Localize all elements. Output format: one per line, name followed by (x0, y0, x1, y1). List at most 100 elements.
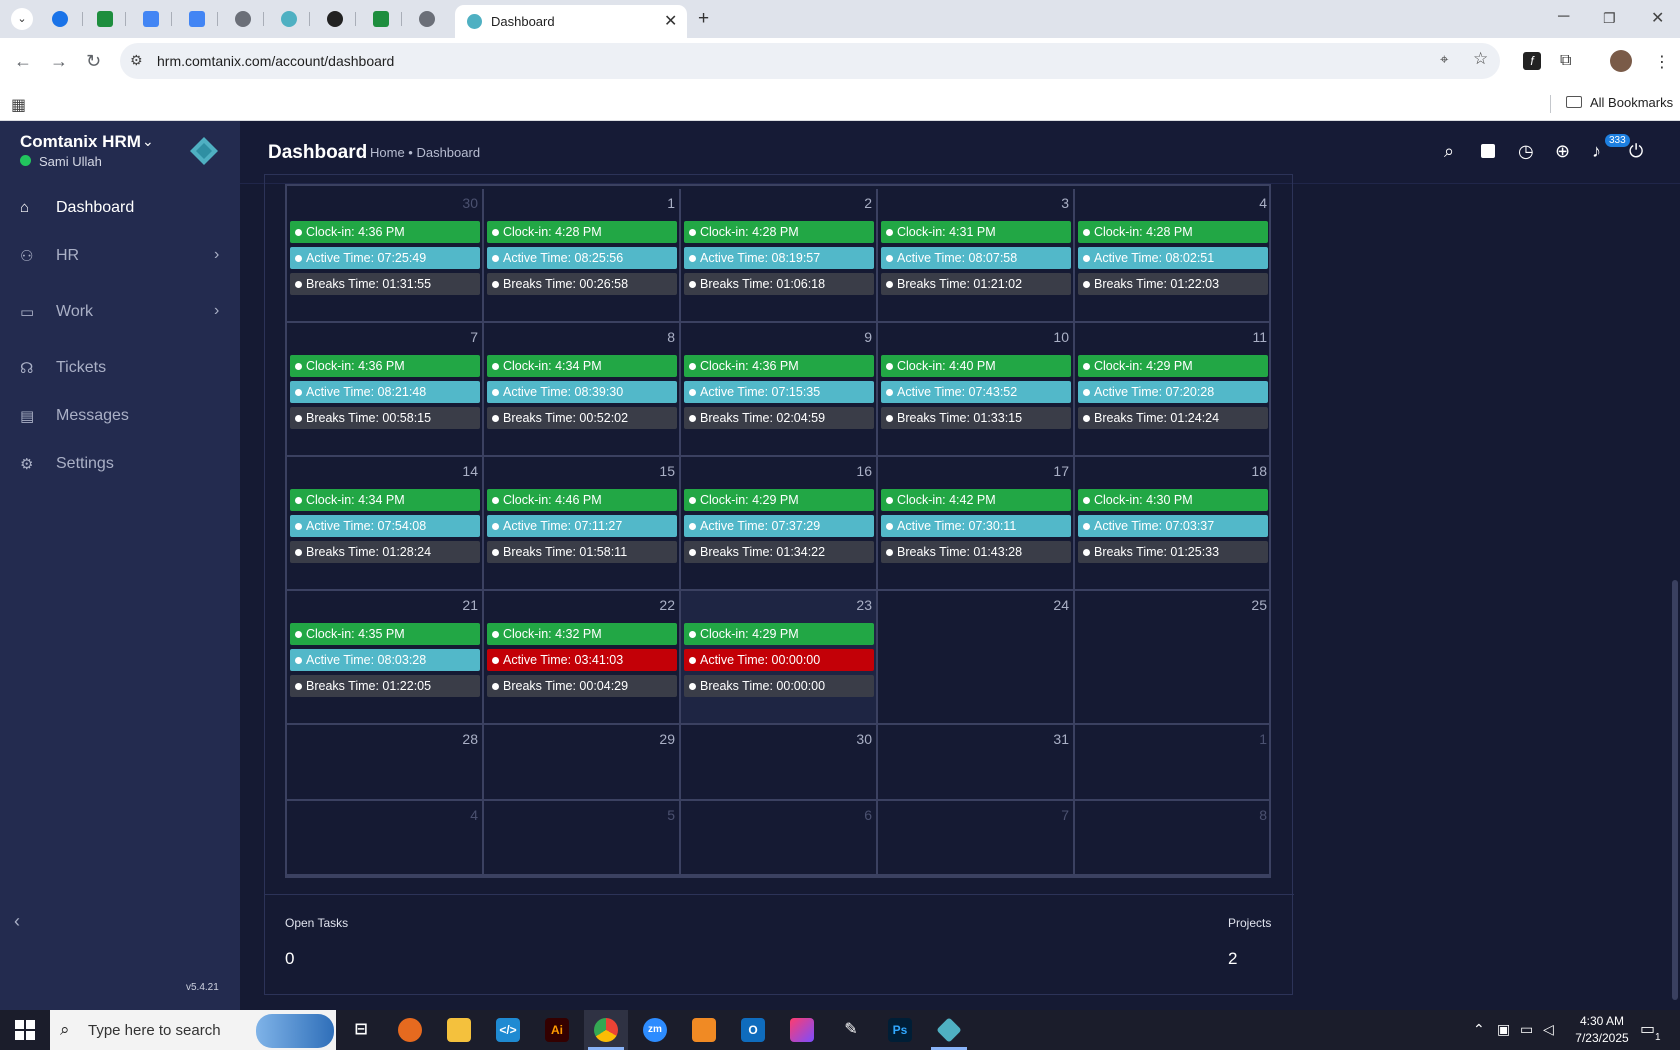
breaks-time-event[interactable]: Breaks Time: 01:43:28 (881, 541, 1071, 563)
active-time-event[interactable]: Active Time: 07:20:28 (1078, 381, 1268, 403)
clock-in-event[interactable]: Clock-in: 4:42 PM (881, 489, 1071, 511)
calendar-day-cell[interactable]: 31 (878, 725, 1075, 801)
tray-app-icon[interactable]: ▣ (1497, 1021, 1510, 1038)
page-scrollbar[interactable] (1672, 580, 1678, 1000)
calendar-day-cell[interactable]: 8 (1075, 801, 1271, 876)
forward-icon[interactable]: → (50, 51, 68, 72)
calendar-day-cell[interactable]: 1 Clock-in: 4:28 PM Active Time: 08:25:56 B… (484, 189, 681, 323)
apps-grid-icon[interactable]: ▦ (11, 95, 26, 115)
sidebar-item-messages[interactable]: ▤ Messages (0, 396, 240, 436)
tab-favicon-comtanix-icon[interactable] (281, 11, 297, 27)
new-tab-icon[interactable]: + (698, 8, 709, 30)
breaks-time-event[interactable]: Breaks Time: 01:33:15 (881, 407, 1071, 429)
chrome-icon[interactable] (594, 1018, 618, 1042)
active-time-event[interactable]: Active Time: 08:07:58 (881, 247, 1071, 269)
active-time-event[interactable]: Active Time: 07:30:11 (881, 515, 1071, 537)
projects-count[interactable]: 2 (1228, 949, 1237, 969)
breaks-time-event[interactable]: Breaks Time: 00:04:29 (487, 675, 677, 697)
breaks-time-event[interactable]: Breaks Time: 00:52:02 (487, 407, 677, 429)
breaks-time-event[interactable]: Breaks Time: 01:22:05 (290, 675, 480, 697)
tray-expand-icon[interactable]: ⌃ (1473, 1021, 1485, 1038)
search-icon[interactable]: ⌕ (1444, 141, 1454, 162)
bell-icon[interactable]: ♪ (1592, 141, 1601, 162)
illustrator-icon[interactable]: Ai (545, 1018, 569, 1042)
active-time-event[interactable]: Active Time: 08:39:30 (487, 381, 677, 403)
clock-in-event[interactable]: Clock-in: 4:29 PM (684, 489, 874, 511)
menu-kebab-icon[interactable]: ⋮ (1654, 52, 1670, 72)
clock-in-event[interactable]: Clock-in: 4:29 PM (1078, 355, 1268, 377)
sidebar-item-settings[interactable]: ⚙ Settings (0, 444, 240, 484)
calendar-day-cell[interactable]: 8 Clock-in: 4:34 PM Active Time: 08:39:30 B… (484, 323, 681, 457)
clock-in-event[interactable]: Clock-in: 4:36 PM (290, 221, 480, 243)
calendar-day-cell[interactable]: 17 Clock-in: 4:42 PM Active Time: 07:30:11… (878, 457, 1075, 591)
tab-favicon-vpn-icon[interactable] (52, 11, 68, 27)
sidebar-item-dashboard[interactable]: ⌂ Dashboard (0, 188, 240, 228)
clock-in-event[interactable]: Clock-in: 4:40 PM (881, 355, 1071, 377)
file-explorer-icon[interactable] (447, 1018, 471, 1042)
active-time-event[interactable]: Active Time: 00:00:00 (684, 649, 874, 671)
tab-favicon-sheets-icon[interactable] (373, 11, 389, 27)
pen-tool-icon[interactable]: ✎ (839, 1018, 863, 1042)
breaks-time-event[interactable]: Breaks Time: 02:04:59 (684, 407, 874, 429)
extensions-puzzle-icon[interactable]: ⧉ (1560, 52, 1571, 70)
taskbar-search[interactable]: ⌕ Type here to search (50, 1010, 336, 1050)
active-time-event[interactable]: Active Time: 08:25:56 (487, 247, 677, 269)
breaks-time-event[interactable]: Breaks Time: 01:21:02 (881, 273, 1071, 295)
tab-favicon-openai-icon[interactable] (327, 11, 343, 27)
calendar-day-cell[interactable]: 29 (484, 725, 681, 801)
calendar-day-cell[interactable]: 30 Clock-in: 4:36 PM Active Time: 07:25:49… (287, 189, 484, 323)
calendar-day-cell[interactable]: 4 Clock-in: 4:28 PM Active Time: 08:02:51 B… (1075, 189, 1271, 323)
bookmark-star-icon[interactable]: ☆ (1473, 49, 1488, 69)
tab-favicon-globe-icon[interactable] (419, 11, 435, 27)
outlook-icon[interactable]: O (741, 1018, 765, 1042)
breaks-time-event[interactable]: Breaks Time: 01:58:11 (487, 541, 677, 563)
active-time-event[interactable]: Active Time: 03:41:03 (487, 649, 677, 671)
clock-in-event[interactable]: Clock-in: 4:30 PM (1078, 489, 1268, 511)
tab-dashboard[interactable]: Dashboard ✕ (455, 5, 687, 38)
calendar-day-cell[interactable]: 30 (681, 725, 878, 801)
calendar-day-cell[interactable]: 9 Clock-in: 4:36 PM Active Time: 07:15:35 B… (681, 323, 878, 457)
tab-favicon-docs-icon[interactable] (143, 11, 159, 27)
vscode-icon[interactable]: </> (496, 1018, 520, 1042)
photoshop-icon[interactable]: Ps (888, 1018, 912, 1042)
reload-icon[interactable]: ↻ (86, 51, 101, 72)
breaks-time-event[interactable]: Breaks Time: 00:00:00 (684, 675, 874, 697)
open-tasks-count[interactable]: 0 (285, 949, 294, 969)
calendar-day-cell[interactable]: 14 Clock-in: 4:34 PM Active Time: 07:54:08… (287, 457, 484, 591)
active-time-event[interactable]: Active Time: 07:37:29 (684, 515, 874, 537)
calendar-day-cell[interactable]: 23 Clock-in: 4:29 PM Active Time: 00:00:00… (681, 591, 878, 725)
task-view-icon[interactable]: ⊟ (349, 1018, 373, 1042)
action-center-icon[interactable]: ▭ (1640, 1019, 1655, 1039)
chevron-down-icon[interactable]: ⌄ (142, 133, 154, 150)
clock-in-event[interactable]: Clock-in: 4:34 PM (487, 355, 677, 377)
calendar-day-cell[interactable]: 2 Clock-in: 4:28 PM Active Time: 08:19:57 B… (681, 189, 878, 323)
close-tab-icon[interactable]: ✕ (664, 11, 677, 31)
calendar-day-cell[interactable]: 28 (287, 725, 484, 801)
window-close-icon[interactable]: ✕ (1651, 8, 1664, 28)
tab-search-icon[interactable]: ⌄ (11, 8, 33, 30)
calendar-day-cell[interactable]: 24 (878, 591, 1075, 725)
breaks-time-event[interactable]: Breaks Time: 00:58:15 (290, 407, 480, 429)
breaks-time-event[interactable]: Breaks Time: 01:25:33 (1078, 541, 1268, 563)
volume-icon[interactable]: ◁ (1543, 1021, 1554, 1038)
clock-in-event[interactable]: Clock-in: 4:36 PM (290, 355, 480, 377)
creative-cloud-icon[interactable] (790, 1018, 814, 1042)
notes-icon[interactable] (1481, 144, 1495, 158)
active-time-event[interactable]: Active Time: 07:15:35 (684, 381, 874, 403)
active-time-event[interactable]: Active Time: 08:21:48 (290, 381, 480, 403)
clock-in-event[interactable]: Clock-in: 4:28 PM (684, 221, 874, 243)
calendar-day-cell[interactable]: 16 Clock-in: 4:29 PM Active Time: 07:37:29… (681, 457, 878, 591)
clock-icon[interactable]: ◷ (1518, 141, 1534, 162)
clock-in-event[interactable]: Clock-in: 4:46 PM (487, 489, 677, 511)
clock-in-event[interactable]: Clock-in: 4:36 PM (684, 355, 874, 377)
firefox-icon[interactable] (398, 1018, 422, 1042)
restore-icon[interactable]: ❐ (1603, 10, 1616, 27)
back-icon[interactable]: ← (14, 51, 32, 72)
breaks-time-event[interactable]: Breaks Time: 01:06:18 (684, 273, 874, 295)
calendar-day-cell[interactable]: 3 Clock-in: 4:31 PM Active Time: 08:07:58 B… (878, 189, 1075, 323)
active-time-event[interactable]: Active Time: 07:11:27 (487, 515, 677, 537)
active-time-event[interactable]: Active Time: 08:03:28 (290, 649, 480, 671)
windows-start-icon[interactable] (15, 1020, 35, 1040)
calendar-day-cell[interactable]: 11 Clock-in: 4:29 PM Active Time: 07:20:28… (1075, 323, 1271, 457)
breaks-time-event[interactable]: Breaks Time: 01:28:24 (290, 541, 480, 563)
